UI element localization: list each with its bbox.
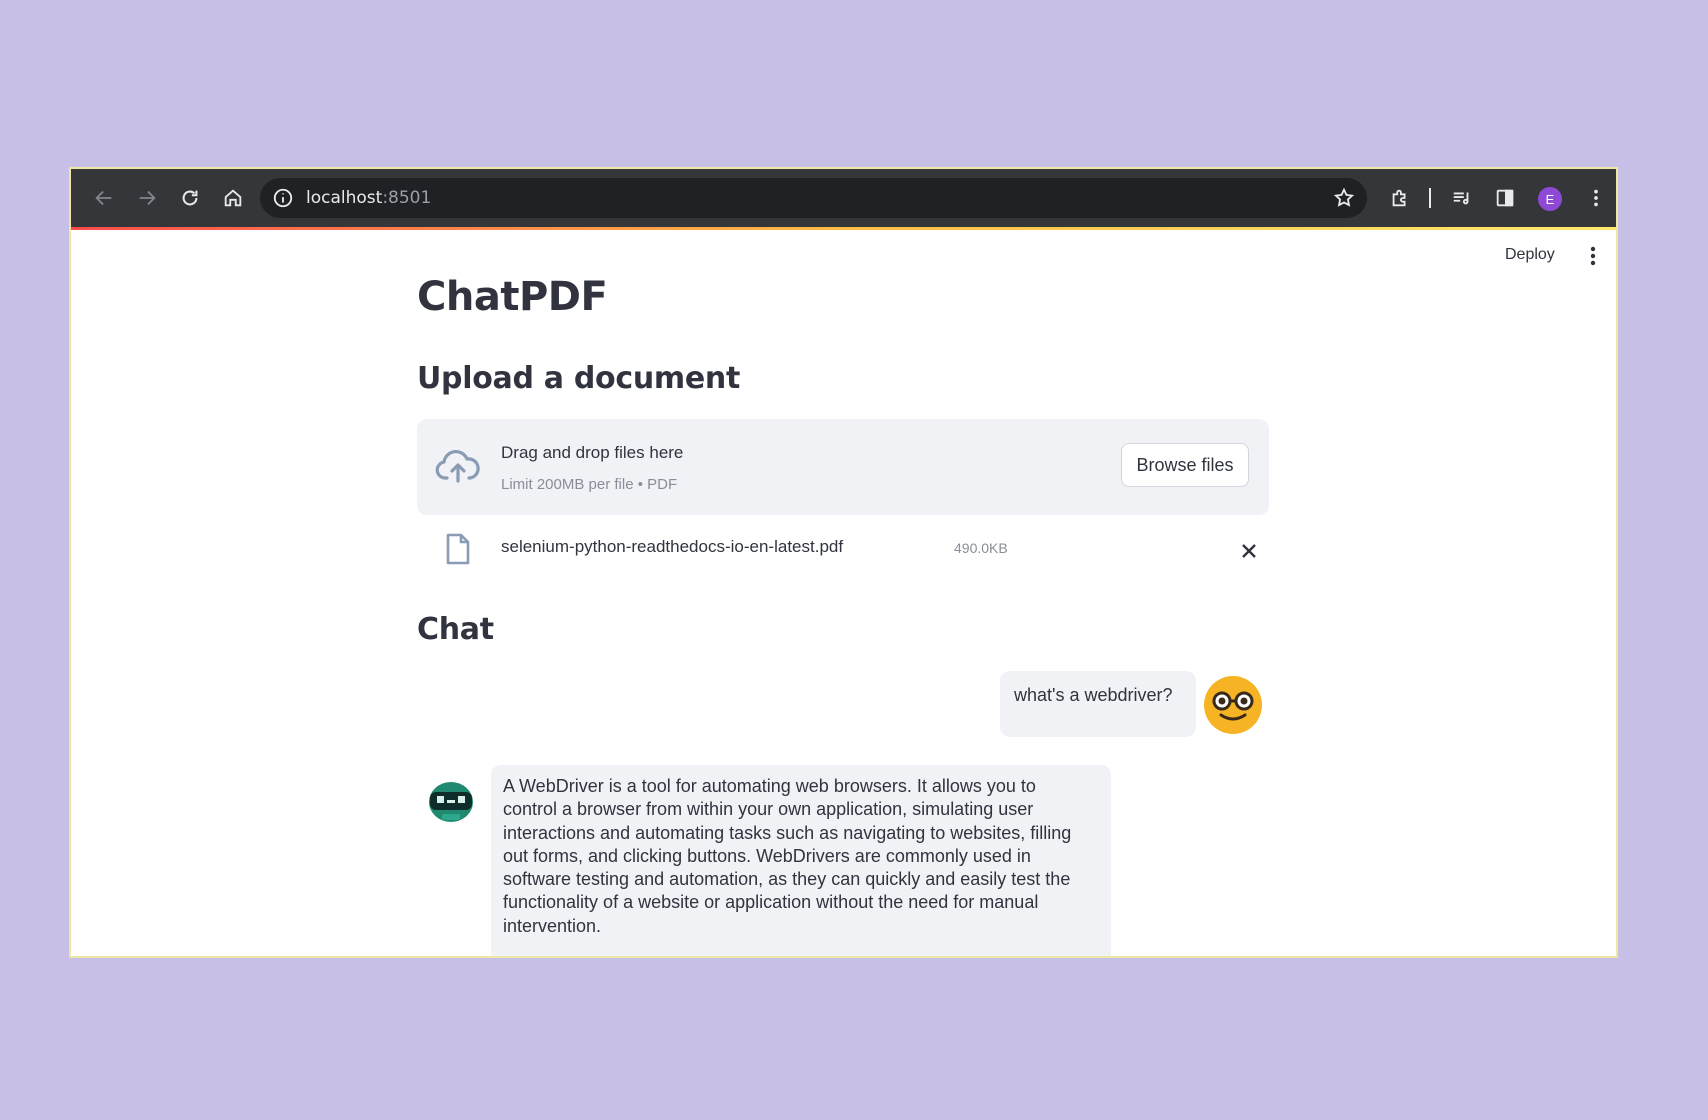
browser-window: localhost:8501 E Deploy ChatPDF Upload a… [69, 167, 1618, 958]
file-icon [445, 533, 471, 565]
chat-heading: Chat [417, 612, 494, 647]
assistant-message: A WebDriver is a tool for automating web… [491, 765, 1111, 956]
bot-avatar-icon [425, 778, 477, 824]
app-menu-icon[interactable] [1583, 244, 1603, 268]
user-avatar-icon [1203, 675, 1263, 735]
divider [428, 956, 478, 958]
info-icon[interactable] [272, 187, 294, 209]
divider [71, 956, 116, 958]
url-text[interactable]: localhost:8501 [306, 188, 431, 208]
upload-heading: Upload a document [417, 361, 741, 396]
browser-toolbar: localhost:8501 E [71, 169, 1616, 230]
reload-icon[interactable] [175, 183, 205, 213]
back-arrow-icon[interactable] [89, 183, 119, 213]
side-panel-icon[interactable] [1490, 183, 1520, 213]
file-dropzone[interactable]: Drag and drop files here Limit 200MB per… [417, 419, 1269, 515]
star-icon[interactable] [1333, 187, 1355, 209]
dropzone-instructions: Drag and drop files here [501, 443, 684, 462]
deploy-button[interactable]: Deploy [1505, 246, 1555, 264]
url-host: localhost [306, 188, 383, 208]
file-size: 490.0KB [954, 540, 1008, 556]
url-port: :8501 [382, 188, 432, 208]
page-title: ChatPDF [417, 274, 608, 320]
uploaded-file-row: selenium-python-readthedocs-io-en-latest… [417, 529, 1269, 579]
home-icon[interactable] [218, 183, 248, 213]
dropzone-limit: Limit 200MB per file • PDF [501, 476, 678, 493]
media-icon[interactable] [1447, 183, 1477, 213]
cloud-upload-icon [435, 447, 481, 485]
toolbar-separator [1429, 188, 1431, 208]
user-message-text: what's a webdriver? [1014, 685, 1173, 705]
forward-arrow-icon[interactable] [132, 183, 162, 213]
close-icon[interactable] [1239, 541, 1259, 561]
kebab-menu-icon[interactable] [1581, 183, 1611, 213]
file-name: selenium-python-readthedocs-io-en-latest… [501, 537, 844, 556]
user-message: what's a webdriver? [1000, 671, 1196, 737]
profile-avatar[interactable]: E [1538, 187, 1562, 211]
address-bar[interactable]: localhost:8501 [260, 178, 1367, 218]
browse-files-button[interactable]: Browse files [1121, 443, 1249, 487]
assistant-message-text: A WebDriver is a tool for automating web… [503, 776, 1072, 936]
extensions-icon[interactable] [1385, 183, 1415, 213]
